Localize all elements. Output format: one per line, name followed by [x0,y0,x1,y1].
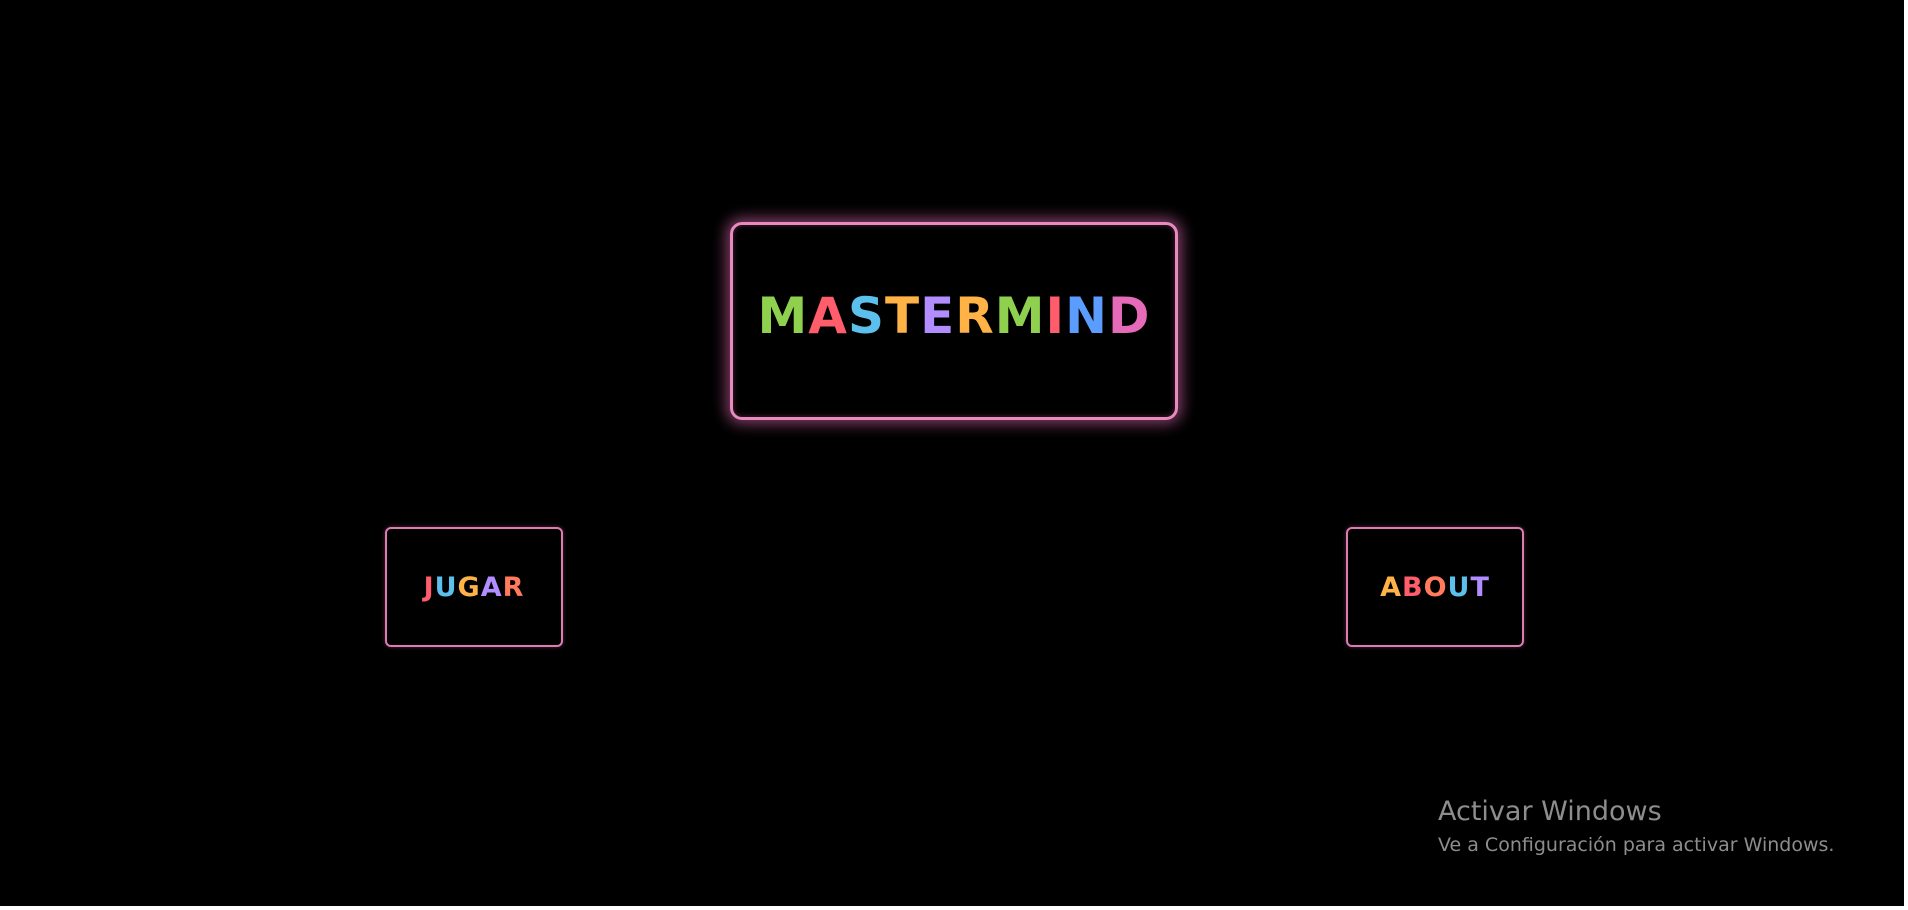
jugar-letter: J [423,571,435,603]
title-letter: D [1107,287,1151,345]
title-letter: I [1045,287,1066,345]
page-right-edge [1904,0,1908,910]
page-bottom-edge [0,906,1908,910]
title-letter: M [757,287,809,345]
about-letter: T [1470,571,1490,603]
about-letter: U [1447,571,1471,603]
game-title: M A S T E R M I N D [757,287,1150,345]
title-letter: N [1065,287,1108,345]
about-letter: O [1423,571,1448,603]
about-button-label: A B O U T [1380,572,1490,603]
jugar-letter: A [480,571,503,603]
title-panel: M A S T E R M I N D [730,222,1178,420]
jugar-button[interactable]: J U G A R [385,527,563,647]
about-letter: A [1380,571,1402,603]
title-letter: M [994,287,1046,345]
title-letter: R [955,287,995,345]
jugar-letter: G [457,571,481,603]
title-letter: A [808,287,848,345]
about-letter: B [1402,571,1424,603]
jugar-button-label: J U G A R [424,572,525,603]
windows-activation-watermark: Activar Windows Ve a Configuración para … [1438,794,1834,860]
title-letter: T [884,287,921,345]
watermark-subtitle: Ve a Configuración para activar Windows. [1438,834,1835,856]
title-letter: E [920,287,956,345]
jugar-letter: U [434,571,458,603]
jugar-letter: R [502,571,525,603]
watermark-title: Activar Windows [1438,796,1662,827]
about-button[interactable]: A B O U T [1346,527,1524,647]
title-letter: S [847,287,885,345]
